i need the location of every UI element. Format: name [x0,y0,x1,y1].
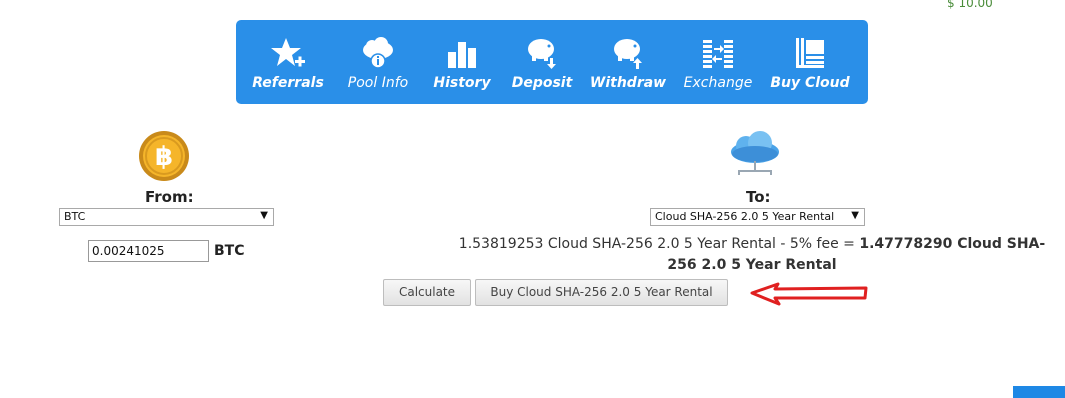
nav-label: Withdraw [589,75,667,91]
nav-label: Buy Cloud [770,75,850,91]
exchange-coins-icon [703,40,733,68]
cloud-info-icon [363,37,393,69]
nav-label: Exchange [683,75,753,91]
chevron-down-icon: ▼ [260,210,268,221]
nav-label: Pool Info [347,75,409,91]
svg-text:฿: ฿ [155,142,173,172]
from-currency-select[interactable]: BTC ▼ [59,208,274,226]
nav-deposit[interactable]: Deposit [500,20,584,104]
balance-display: $ 10.00 [947,0,993,10]
to-product-value: Cloud SHA-256 2.0 5 Year Rental [655,210,835,223]
result-prefix: 1.53819253 Cloud SHA-256 2.0 5 Year Rent… [458,236,860,252]
piggy-bank-down-icon [528,39,556,69]
amount-unit: BTC [214,243,245,259]
buy-cloud-icon [796,38,824,68]
piggy-bank-up-icon [614,39,642,69]
bar-chart-icon [448,42,476,68]
calculate-button[interactable]: Calculate [383,279,471,306]
nav-label: History [433,75,491,91]
nav-withdraw[interactable]: Withdraw [586,20,670,104]
bitcoin-coin-icon: ฿ [139,131,189,181]
chevron-down-icon: ▼ [851,210,859,221]
cloud-network-icon [731,131,779,175]
to-label: To: [746,188,771,206]
from-label: From: [145,188,194,206]
nav-buy-cloud[interactable]: Buy Cloud [768,20,852,104]
buy-cloud-button[interactable]: Buy Cloud SHA-256 2.0 5 Year Rental [475,279,728,306]
amount-input[interactable] [88,240,209,262]
nav-exchange[interactable]: Exchange [676,20,760,104]
conversion-result: 1.53819253 Cloud SHA-256 2.0 5 Year Rent… [452,234,1052,276]
main-nav: Referrals Pool Info History Deposit With… [236,20,868,104]
nav-history[interactable]: History [420,20,504,104]
star-plus-icon [271,38,305,67]
nav-referrals[interactable]: Referrals [246,20,330,104]
from-currency-value: BTC [64,210,86,223]
nav-pool-info[interactable]: Pool Info [336,20,420,104]
to-product-select[interactable]: Cloud SHA-256 2.0 5 Year Rental ▼ [650,208,865,226]
nav-label: Referrals [252,75,324,91]
corner-button[interactable] [1013,386,1065,398]
nav-label: Deposit [511,75,573,91]
annotation-arrow-icon [750,282,868,306]
